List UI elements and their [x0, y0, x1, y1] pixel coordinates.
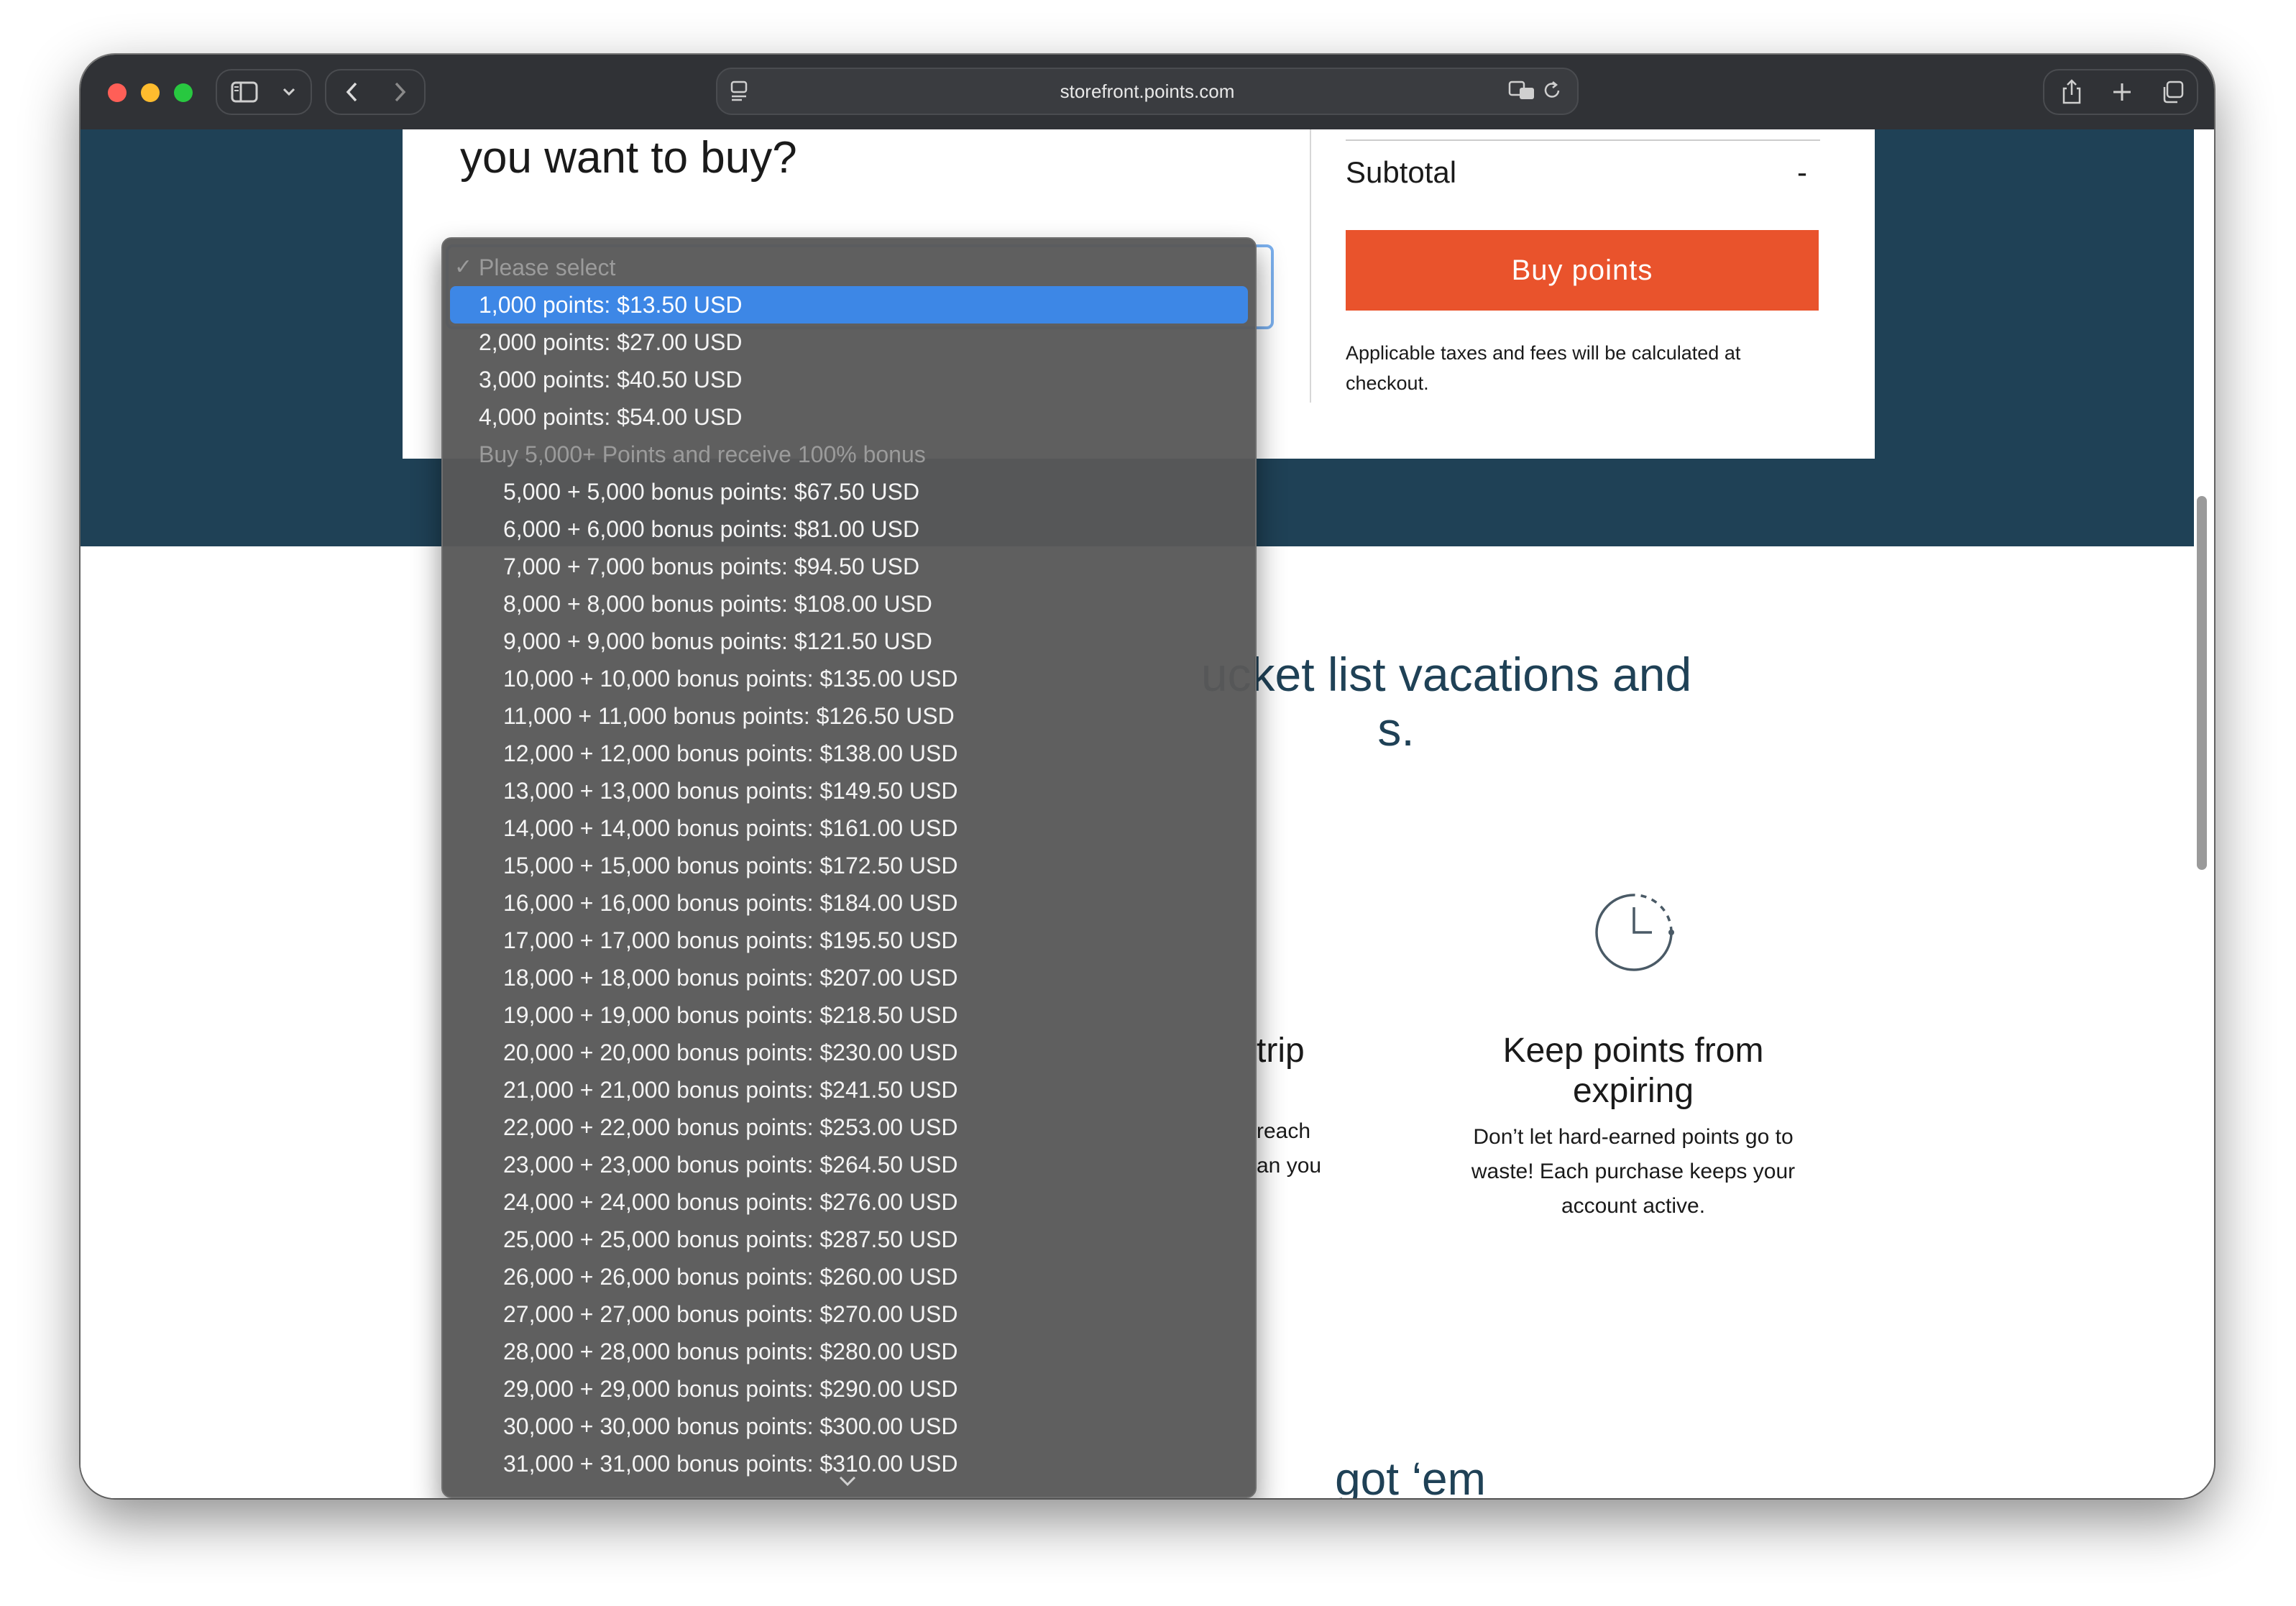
dropdown-option[interactable]: 22,000 + 22,000 bonus points: $253.00 US… — [450, 1109, 1248, 1146]
dropdown-option[interactable]: 26,000 + 26,000 bonus points: $260.00 US… — [450, 1258, 1248, 1295]
sidebar-icon[interactable] — [223, 70, 266, 114]
dropdown-option[interactable]: 29,000 + 29,000 bonus points: $290.00 US… — [450, 1370, 1248, 1408]
dropdown-option[interactable]: 14,000 + 14,000 bonus points: $161.00 US… — [450, 809, 1248, 847]
clock-icon — [1595, 894, 1674, 971]
browser-window: storefront.points.com you want to buy? S… — [81, 55, 2214, 1498]
back-icon[interactable] — [331, 70, 374, 114]
dropdown-option[interactable]: 10,000 + 10,000 bonus points: $135.00 US… — [450, 660, 1248, 697]
reload-icon[interactable] — [1541, 79, 1563, 106]
chevron-down-icon[interactable] — [270, 70, 308, 114]
dropdown-option[interactable]: 5,000 + 5,000 bonus points: $67.50 USD — [450, 473, 1248, 510]
dropdown-option[interactable]: 25,000 + 25,000 bonus points: $287.50 US… — [450, 1221, 1248, 1258]
address-bar[interactable]: storefront.points.com — [716, 68, 1579, 115]
forward-icon[interactable] — [378, 70, 421, 114]
dropdown-option[interactable]: 4,000 points: $54.00 USD — [450, 398, 1248, 436]
card-divider — [1310, 129, 1311, 403]
feature-title: trip — [1257, 1032, 1305, 1070]
points-dropdown-menu[interactable]: ✓ Please select 1,000 points: $13.50 USD… — [441, 237, 1257, 1498]
dropdown-option[interactable]: 20,000 + 20,000 bonus points: $230.00 US… — [450, 1034, 1248, 1071]
dropdown-option[interactable]: 2,000 points: $27.00 USD — [450, 324, 1248, 361]
checkmark-icon: ✓ — [454, 255, 473, 279]
dropdown-option[interactable]: 8,000 + 8,000 bonus points: $108.00 USD — [450, 585, 1248, 623]
dropdown-option[interactable]: 27,000 + 27,000 bonus points: $270.00 US… — [450, 1295, 1248, 1333]
summary-divider — [1346, 139, 1820, 141]
purchase-question: you want to buy? — [460, 133, 797, 183]
dropdown-option[interactable]: 1,000 points: $13.50 USD — [450, 286, 1248, 324]
dropdown-group-label: Buy 5,000+ Points and receive 100% bonus — [479, 441, 926, 467]
dropdown-option[interactable]: 13,000 + 13,000 bonus points: $149.50 US… — [450, 772, 1248, 809]
buy-points-button[interactable]: Buy points — [1346, 230, 1819, 311]
page-scrollbar[interactable] — [2197, 496, 2207, 870]
subtotal-label: Subtotal — [1346, 155, 1457, 189]
taxes-note: Applicable taxes and fees will be calcul… — [1346, 342, 1741, 394]
new-tab-icon[interactable] — [2099, 70, 2145, 114]
scroll-down-arrow-icon[interactable] — [837, 1472, 858, 1490]
dropdown-option[interactable]: 24,000 + 24,000 bonus points: $276.00 US… — [450, 1183, 1248, 1221]
minimize-window-button[interactable] — [141, 83, 160, 102]
dropdown-option[interactable]: 11,000 + 11,000 bonus points: $126.50 US… — [450, 697, 1248, 735]
close-window-button[interactable] — [108, 83, 127, 102]
feature-keep-points: Keep points from expiring Don’t let hard… — [1439, 1031, 1827, 1224]
window-actions-group — [2043, 69, 2198, 115]
dropdown-option[interactable]: 17,000 + 17,000 bonus points: $195.50 US… — [450, 922, 1248, 959]
zoom-window-button[interactable] — [174, 83, 193, 102]
dropdown-option[interactable]: 16,000 + 16,000 bonus points: $184.00 US… — [450, 884, 1248, 922]
sidebar-control-group — [216, 69, 312, 115]
dropdown-option[interactable]: 18,000 + 18,000 bonus points: $207.00 US… — [450, 959, 1248, 996]
dropdown-option[interactable]: 6,000 + 6,000 bonus points: $81.00 USD — [450, 510, 1248, 548]
dropdown-option[interactable]: 9,000 + 9,000 bonus points: $121.50 USD — [450, 623, 1248, 660]
translate-icon[interactable] — [1508, 79, 1537, 106]
feature-body: reach an you — [1257, 1119, 1322, 1178]
tab-overview-icon[interactable] — [2149, 70, 2195, 114]
dropdown-option[interactable]: 3,000 points: $40.50 USD — [450, 361, 1248, 398]
feature-dream-trip: trip reach an you — [1257, 1031, 1429, 1183]
browser-toolbar: storefront.points.com — [81, 55, 2214, 129]
dropdown-option[interactable]: 7,000 + 7,000 bonus points: $94.50 USD — [450, 548, 1248, 585]
share-icon[interactable] — [2049, 70, 2095, 114]
url-text[interactable]: storefront.points.com — [717, 69, 1577, 114]
feature-title: Keep points from expiring — [1502, 1032, 1764, 1110]
dropdown-option[interactable]: 15,000 + 15,000 bonus points: $172.50 US… — [450, 847, 1248, 884]
dropdown-option[interactable]: 21,000 + 21,000 bonus points: $241.50 US… — [450, 1071, 1248, 1109]
feature-body: Don’t let hard-earned points go to waste… — [1471, 1125, 1796, 1218]
subtotal-value: - — [1797, 155, 1807, 189]
dropdown-option[interactable]: 28,000 + 28,000 bonus points: $280.00 US… — [450, 1333, 1248, 1370]
dropdown-option[interactable]: 12,000 + 12,000 bonus points: $138.00 US… — [450, 735, 1248, 772]
dropdown-option[interactable]: 19,000 + 19,000 bonus points: $218.50 US… — [450, 996, 1248, 1034]
dropdown-option[interactable]: 23,000 + 23,000 bonus points: $264.50 US… — [450, 1146, 1248, 1183]
dropdown-placeholder-option: ✓ Please select — [450, 249, 1248, 286]
dropdown-option[interactable]: 30,000 + 30,000 bonus points: $300.00 US… — [450, 1408, 1248, 1445]
navigation-group — [325, 69, 426, 115]
